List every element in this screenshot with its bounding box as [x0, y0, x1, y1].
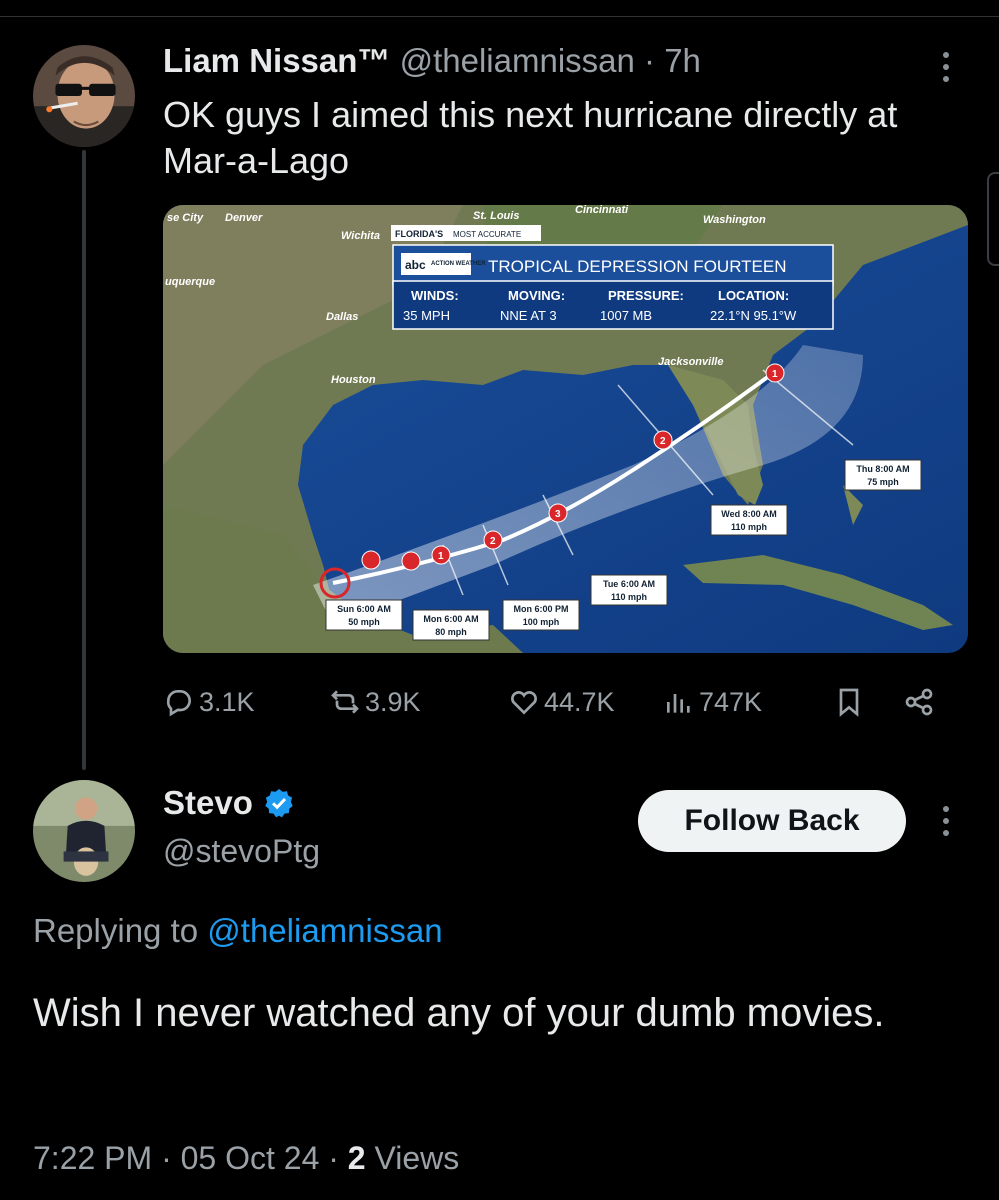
avatar-liam-image [33, 45, 135, 147]
reply-meta: 7:22 PM · 05 Oct 24 · 2 Views [33, 1140, 459, 1177]
display-name[interactable]: Liam Nissan™ [163, 42, 390, 79]
track-label-text: 100 mph [523, 617, 560, 627]
stat-value: 35 MPH [403, 308, 450, 323]
reply-icon [166, 690, 191, 717]
verified-badge-icon [265, 789, 293, 818]
handle[interactable]: @stevoPtg [163, 833, 320, 870]
track-label-text: Thu 8:00 AM [856, 464, 909, 474]
display-name[interactable]: Stevo [163, 784, 253, 822]
track-label-text: 110 mph [611, 592, 647, 602]
views-chart-icon [667, 694, 690, 713]
like-count: 44.7K [544, 686, 615, 717]
storm-category: 3 [555, 509, 561, 520]
stat-label: MOVING: [508, 288, 565, 303]
reply-button[interactable]: 3.1K [163, 680, 255, 724]
bookmark-icon [839, 688, 859, 717]
banner-sub: MOST ACCURATE [453, 230, 521, 239]
tweet-header: Liam Nissan™ @theliamnissan · 7h [163, 42, 701, 80]
views-label: Views [374, 1140, 460, 1176]
stat-value: 22.1°N 95.1°W [710, 308, 797, 323]
tweet-media-image[interactable]: FLORIDA'S MOST ACCURATE abc ACTION WEATH… [163, 205, 968, 653]
track-label-text: 75 mph [867, 477, 899, 487]
logo-sub: ACTION WEATHER [431, 261, 486, 267]
stat-value: 1007 MB [600, 308, 652, 323]
bookmark-button[interactable] [833, 680, 865, 724]
track-label-text: 50 mph [348, 617, 380, 627]
reply-count: 3.1K [199, 686, 255, 717]
reply-display-name-row: Stevo [163, 784, 295, 822]
views-button[interactable]: 747K [663, 680, 762, 724]
track-label-text: 80 mph [435, 627, 467, 637]
share-icon [905, 688, 933, 716]
track-label-text: Tue 6:00 AM [603, 579, 655, 589]
view-count: 747K [699, 686, 763, 717]
handle[interactable]: @theliamnissan [400, 42, 635, 79]
city-label: Wichita [341, 230, 380, 242]
city-label: Houston [331, 374, 376, 386]
avatar-stevo-image [33, 780, 135, 882]
track-label-text: Wed 8:00 AM [721, 509, 777, 519]
city-label: Dallas [326, 311, 358, 323]
track-label-text: Sun 6:00 AM [337, 604, 391, 614]
repost-icon [331, 690, 359, 714]
like-button[interactable]: 44.7K [508, 680, 615, 724]
track-label-text: 110 mph [731, 522, 767, 532]
heart-icon [511, 691, 537, 715]
scroll-handle[interactable] [987, 172, 999, 266]
tweet-actions: 3.1K 3.9K 44.7K 747K [163, 680, 953, 724]
repost-count: 3.9K [365, 686, 421, 717]
track-label-text: Mon 6:00 PM [513, 604, 568, 614]
stat-label: WINDS: [411, 288, 459, 303]
follow-back-button[interactable]: Follow Back [638, 790, 906, 852]
replying-to: Replying to @theliamnissan [33, 912, 443, 950]
storm-symbol [361, 550, 381, 570]
track-label-text: Mon 6:00 AM [423, 614, 478, 624]
headline: TROPICAL DEPRESSION FOURTEEN [488, 257, 787, 276]
storm-category: 1 [772, 369, 778, 380]
avatar[interactable] [33, 780, 135, 882]
city-label: St. Louis [473, 210, 519, 222]
storm-category: 2 [490, 536, 496, 547]
views-number: 2 [347, 1140, 366, 1176]
top-divider [0, 16, 999, 17]
avatar[interactable] [33, 45, 135, 147]
storm-symbol [401, 551, 421, 571]
stat-label: LOCATION: [718, 288, 789, 303]
more-options-icon[interactable] [942, 52, 950, 82]
hurricane-track-map: FLORIDA'S MOST ACCURATE abc ACTION WEATH… [163, 205, 968, 653]
tweet-text: OK guys I aimed this next hurricane dire… [163, 94, 898, 181]
reply-timestamp[interactable]: 7:22 PM · 05 Oct 24 · [33, 1140, 339, 1176]
stat-value: NNE AT 3 [500, 308, 557, 323]
repost-button[interactable]: 3.9K [329, 680, 421, 724]
logo-abc: abc [405, 258, 426, 272]
city-label: Jacksonville [658, 356, 723, 368]
city-label: uquerque [165, 276, 215, 288]
city-label: Washington [703, 214, 766, 226]
more-options-icon[interactable] [942, 806, 950, 836]
storm-category: 2 [660, 436, 666, 447]
stat-label: PRESSURE: [608, 288, 684, 303]
city-label: Cincinnati [575, 205, 629, 216]
banner-top: FLORIDA'S [395, 229, 443, 239]
replying-handle-link[interactable]: @theliamnissan [207, 912, 442, 949]
city-label: Denver [225, 212, 263, 224]
timestamp[interactable]: · 7h [644, 42, 701, 79]
replying-prefix: Replying to [33, 912, 199, 949]
reply-text: Wish I never watched any of your dumb mo… [33, 991, 885, 1035]
storm-category: 1 [438, 551, 444, 562]
city-label: se City [167, 212, 204, 224]
share-button[interactable] [903, 680, 935, 724]
thread-connector-line [82, 150, 86, 770]
